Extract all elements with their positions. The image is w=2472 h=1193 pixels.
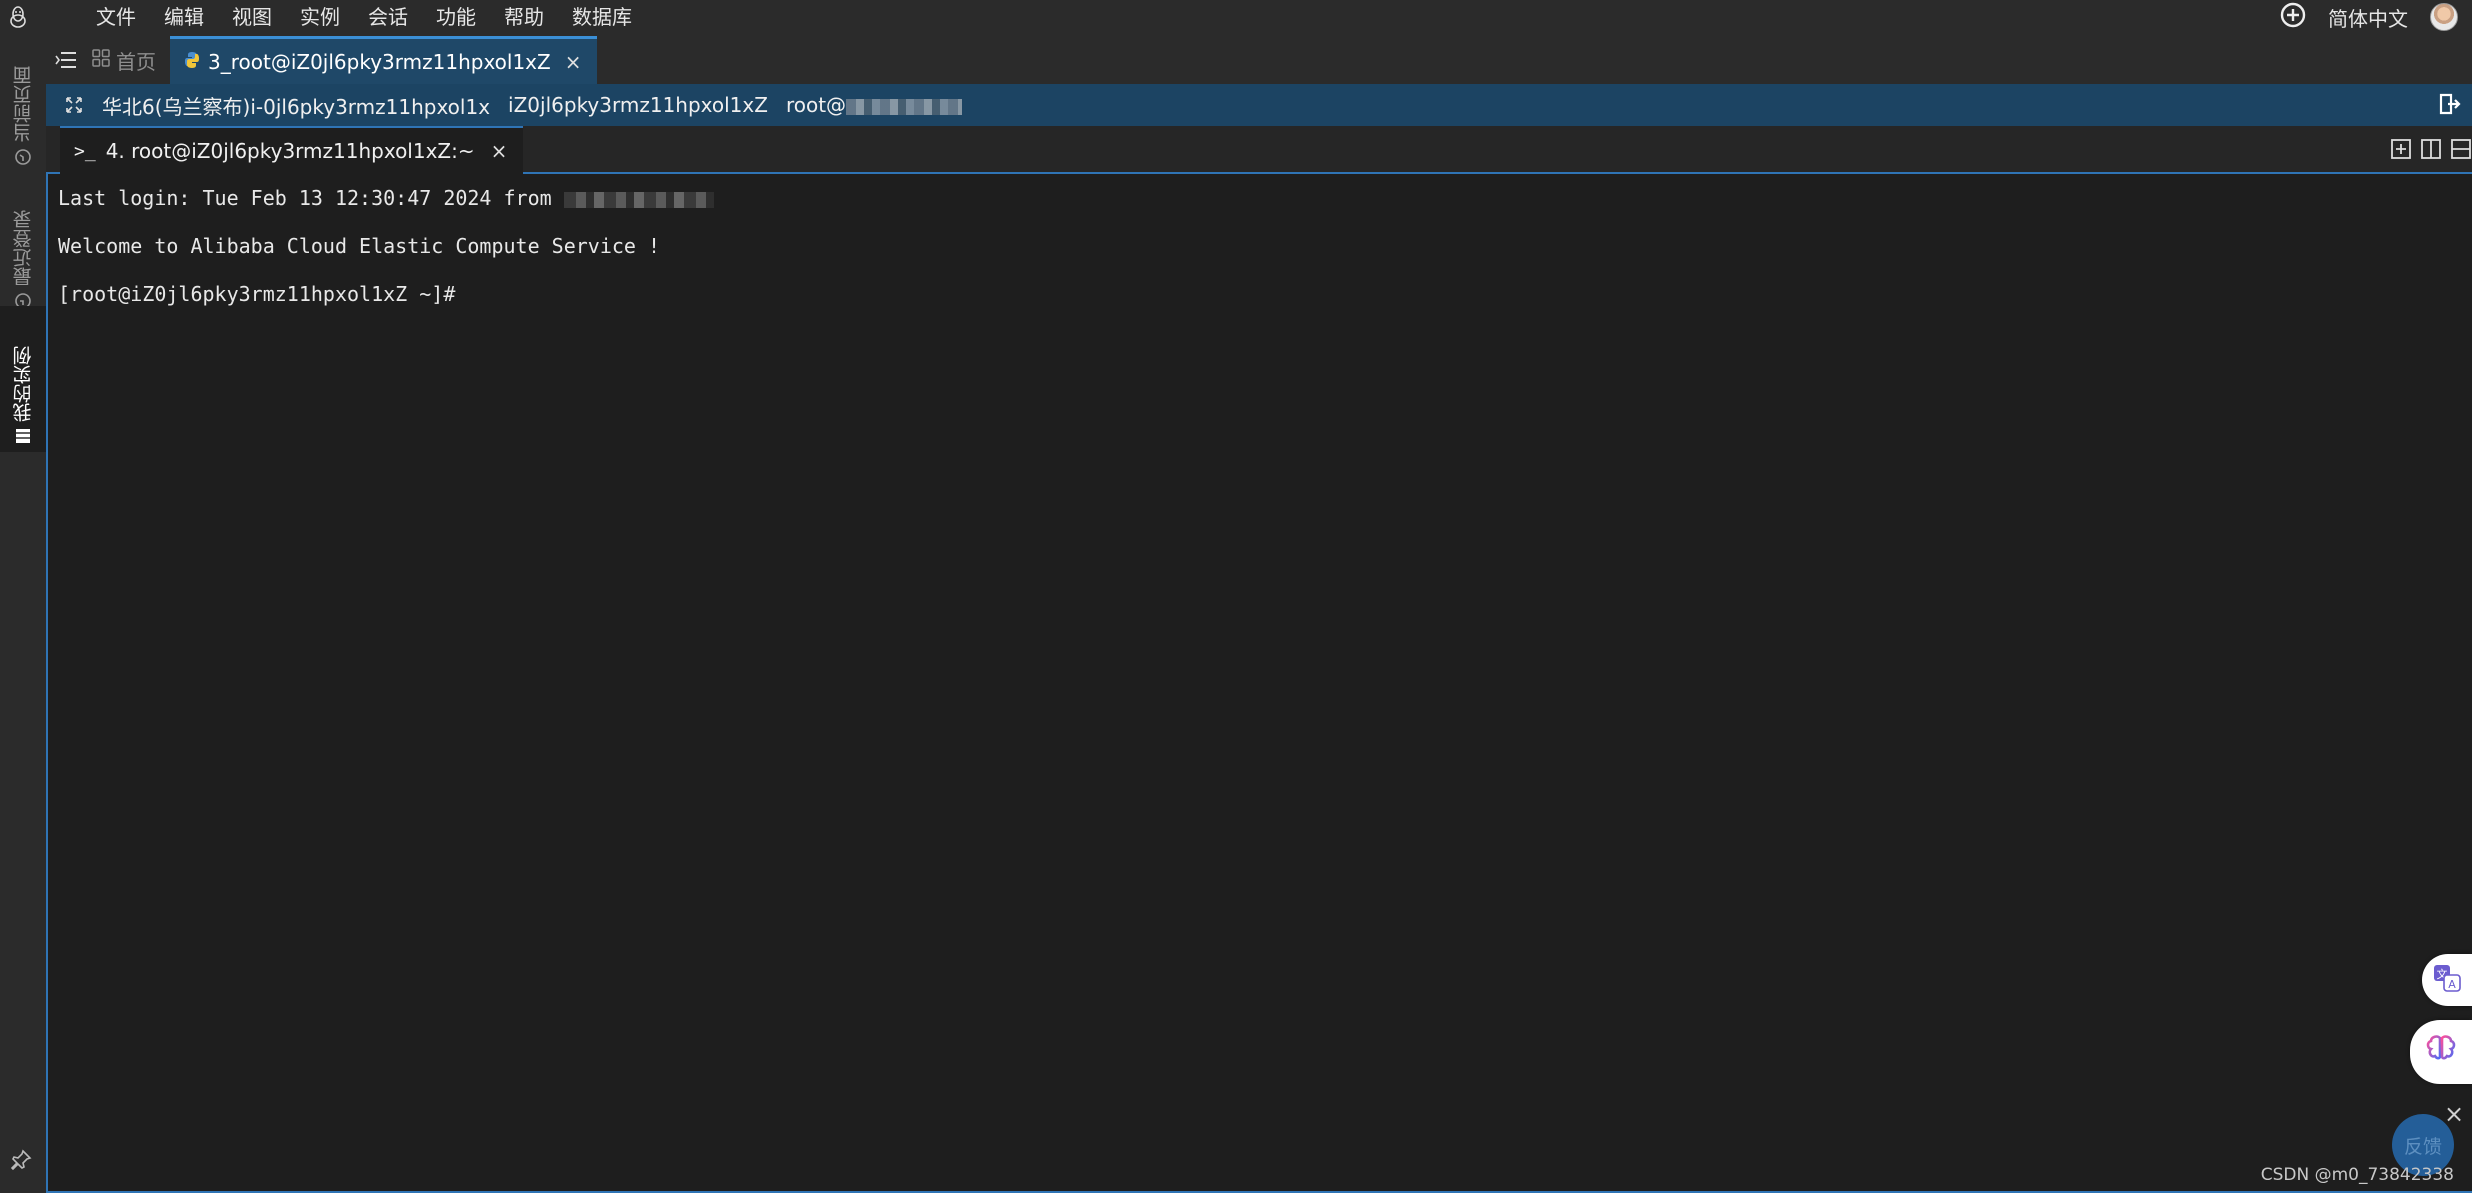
session-tab-bar: 首页 3_root@iZ0jl6pky3rmz11hpxol1xZ × bbox=[46, 34, 2472, 84]
redacted-ip bbox=[563, 191, 714, 208]
tab-home[interactable]: 首页 bbox=[86, 36, 170, 84]
python-icon bbox=[184, 50, 200, 74]
apps-grid-icon bbox=[92, 48, 110, 72]
instance-info-bar: 华北6(乌兰察布)i-0jl6pky3rmz11hpxol1x iZ0jl6pk… bbox=[46, 84, 2472, 126]
instance-hostname: iZ0jl6pky3rmz11hpxol1xZ bbox=[508, 93, 768, 117]
rail-label-my-instances: 我的实例 bbox=[12, 346, 35, 422]
tab-close-icon[interactable]: × bbox=[565, 50, 582, 74]
feedback-close-icon[interactable]: × bbox=[2444, 1100, 2464, 1128]
menu-view[interactable]: 视图 bbox=[218, 0, 286, 34]
pin-icon[interactable] bbox=[10, 1149, 32, 1175]
watermark: CSDN @m0_73842338 bbox=[2260, 1165, 2454, 1185]
ai-assistant-widget[interactable] bbox=[2410, 1020, 2472, 1084]
terminal-tab-label: 4. root@iZ0jl6pky3rmz11hpxol1xZ:~ bbox=[105, 139, 475, 163]
tab-home-label: 首页 bbox=[116, 49, 156, 74]
ai-brain-icon bbox=[2423, 1032, 2459, 1072]
exit-icon[interactable] bbox=[2438, 92, 2462, 121]
rail-tab-my-instances[interactable]: 我的实例 bbox=[0, 306, 46, 452]
grid-icon bbox=[12, 428, 34, 444]
split-horizontal-icon[interactable] bbox=[2450, 138, 2472, 164]
menu-help[interactable]: 帮助 bbox=[490, 0, 558, 34]
split-vertical-icon[interactable] bbox=[2420, 138, 2442, 164]
rail-label-recent-logins: 最近登录 bbox=[12, 210, 35, 286]
rail-label-current-page: 当前页面 bbox=[12, 66, 35, 142]
terminal-output[interactable]: Last login: Tue Feb 13 12:30:47 2024 fro… bbox=[46, 174, 2472, 1193]
menubar-right: 简体中文 bbox=[2280, 0, 2458, 34]
terminal-tools bbox=[2390, 138, 2472, 164]
rail-tab-recent-logins[interactable]: 最近登录 bbox=[0, 162, 46, 318]
tab-session-label: 3_root@iZ0jl6pky3rmz11hpxol1xZ bbox=[208, 49, 551, 74]
menu-file[interactable]: 文件 bbox=[82, 0, 150, 34]
avatar[interactable] bbox=[2430, 3, 2458, 31]
instance-region: 华北6(乌兰察布)i-0jl6pky3rmz11hpxol1x bbox=[102, 94, 491, 119]
login-user: root@ bbox=[785, 93, 963, 117]
redacted-ip bbox=[846, 98, 963, 115]
tab-session[interactable]: 3_root@iZ0jl6pky3rmz11hpxol1xZ × bbox=[170, 36, 598, 84]
last-login-text: Last login: Tue Feb 13 12:30:47 2024 fro… bbox=[58, 186, 564, 210]
expand-icon[interactable] bbox=[46, 96, 102, 114]
login-user-name: root@ bbox=[785, 93, 847, 117]
language-selector[interactable]: 简体中文 bbox=[2328, 3, 2408, 32]
menu-database[interactable]: 数据库 bbox=[558, 0, 646, 34]
menu-session[interactable]: 会话 bbox=[354, 0, 422, 34]
menu-instance[interactable]: 实例 bbox=[286, 0, 354, 34]
menu-function[interactable]: 功能 bbox=[422, 0, 490, 34]
svg-text:A: A bbox=[2448, 978, 2456, 991]
terminal-line-prompt: [root@iZ0jl6pky3rmz11hpxol1xZ ~]# bbox=[58, 282, 456, 306]
terminal-tab[interactable]: >_ 4. root@iZ0jl6pky3rmz11hpxol1xZ:~ × bbox=[60, 126, 524, 174]
main-menu: 文件 编辑 视图 实例 会话 功能 帮助 数据库 bbox=[82, 0, 646, 34]
menu-edit[interactable]: 编辑 bbox=[150, 0, 218, 34]
menu-bar: 文件 编辑 视图 实例 会话 功能 帮助 数据库 简体中文 bbox=[0, 0, 2472, 34]
terminal-line-welcome: Welcome to Alibaba Cloud Elastic Compute… bbox=[58, 234, 661, 258]
tab-list-icon[interactable] bbox=[46, 36, 86, 84]
terminal-tab-close-icon[interactable]: × bbox=[491, 139, 508, 163]
rail-tab-current-page[interactable]: 当前页面 bbox=[0, 40, 46, 174]
linux-penguin-icon bbox=[0, 0, 36, 34]
terminal-line-last-login: Last login: Tue Feb 13 12:30:47 2024 fro… bbox=[58, 180, 2472, 228]
terminal-prompt-icon: >_ bbox=[74, 140, 96, 162]
side-rail: 当前页面 最近登录 我的实例 bbox=[0, 34, 46, 1193]
add-circle-icon[interactable] bbox=[2280, 2, 2306, 32]
translate-widget[interactable]: 文A bbox=[2422, 954, 2472, 1006]
translate-icon: 文A bbox=[2432, 963, 2462, 997]
new-terminal-icon[interactable] bbox=[2390, 138, 2412, 164]
terminal-tab-bar: >_ 4. root@iZ0jl6pky3rmz11hpxol1xZ:~ × bbox=[46, 126, 2472, 174]
